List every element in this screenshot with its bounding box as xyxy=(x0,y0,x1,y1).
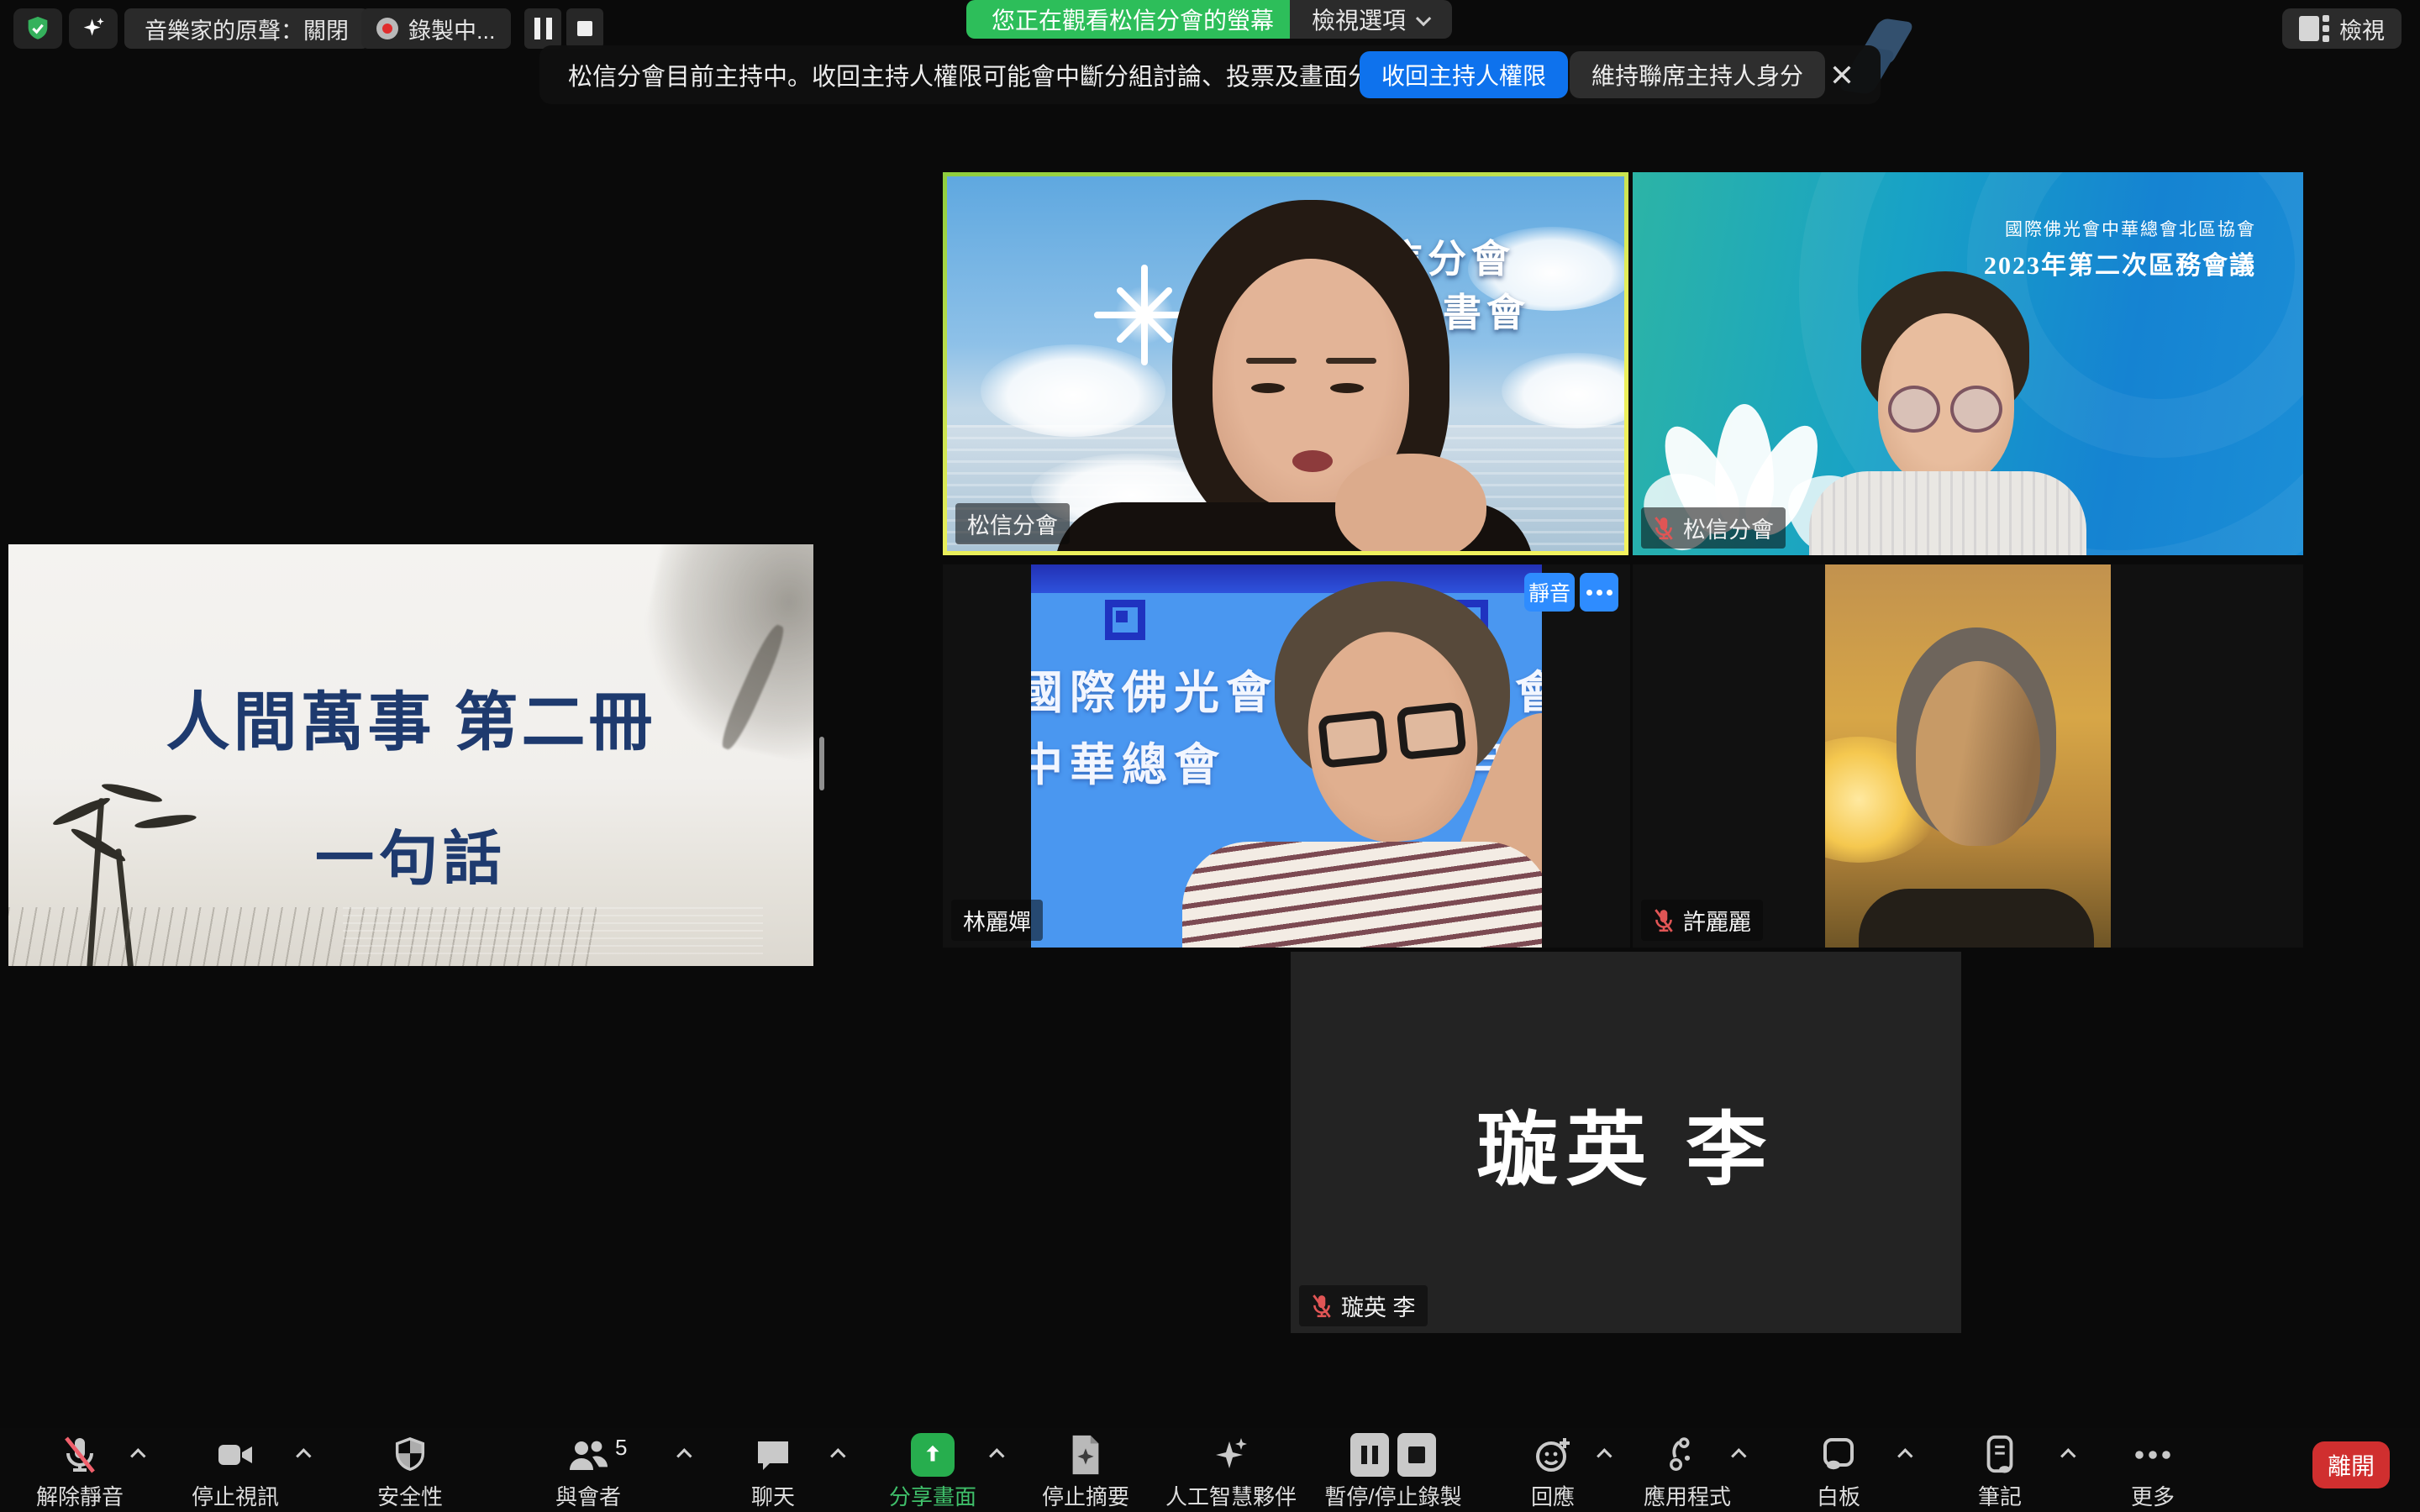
view-options-label: 檢視選項 xyxy=(1312,3,1406,36)
tile3-mute-button[interactable]: 靜音 xyxy=(1524,573,1575,612)
keep-cohost-button[interactable]: 維持聯席主持人身分 xyxy=(1570,51,1825,98)
muted-mic-icon xyxy=(1653,516,1675,541)
recording-label: 錄製中... xyxy=(408,13,496,45)
close-icon[interactable] xyxy=(1828,61,1855,88)
stop-video-button[interactable]: 停止視訊 xyxy=(134,1433,336,1511)
tile1-name-badge: 松信分會 xyxy=(955,503,1070,544)
stop-recording-button[interactable] xyxy=(566,8,603,49)
tile4-name-badge: 許麗麗 xyxy=(1641,900,1763,941)
tile3-bg-text-left: 國際佛光會 中華總會 xyxy=(1031,657,1278,802)
leave-meeting-button[interactable]: 離開 xyxy=(2312,1441,2390,1488)
tile2-name-badge: 松信分會 xyxy=(1641,507,1786,549)
recording-dot-icon xyxy=(376,18,398,39)
viewing-screen-text: 您正在觀看松信分會的螢幕 xyxy=(992,3,1274,36)
tile5-name-badge: 璇英 李 xyxy=(1299,1285,1428,1326)
chat-bubble-icon xyxy=(753,1433,793,1477)
chevron-down-icon xyxy=(1416,10,1431,25)
recording-indicator: 錄製中... xyxy=(361,8,511,49)
security-shield-icon xyxy=(391,1433,429,1477)
summary-doc-icon xyxy=(1067,1433,1104,1477)
muted-mic-icon xyxy=(1653,908,1675,933)
video-tile-participant-5[interactable]: 璇英 李 璇英 李 xyxy=(1291,952,1961,1333)
video-tile-active-speaker[interactable]: 松信分會 讀書會 松信分會 xyxy=(943,172,1628,555)
original-sound-button[interactable]: 音樂家的原聲：關閉 xyxy=(124,8,369,49)
reactions-smiley-icon xyxy=(1533,1433,1573,1477)
more-dots-icon xyxy=(2131,1433,2175,1477)
pause-icon xyxy=(534,18,552,39)
muted-mic-icon xyxy=(60,1433,100,1477)
ai-companion-topbar-button[interactable] xyxy=(69,8,118,49)
shield-check-icon xyxy=(24,14,52,43)
meander-decoration xyxy=(1105,600,1145,640)
muted-mic-icon xyxy=(1311,1294,1333,1319)
host-permission-banner: 松信分會目前主持中。收回主持人權限可能會中斷分組討論、投票及畫面分享 收回主持人… xyxy=(539,45,1881,104)
ai-sparkle-icon xyxy=(1211,1433,1251,1477)
reclaim-host-button[interactable]: 收回主持人權限 xyxy=(1360,51,1568,98)
video-tile-participant-3[interactable]: 國際佛光會 中華總會 分會 月例 靜音 林麗嬋 xyxy=(943,564,1630,948)
tile3-name-badge: 林麗嬋 xyxy=(951,900,1043,941)
slide-resize-handle[interactable] xyxy=(819,737,824,790)
participants-button[interactable]: 與會者 5 xyxy=(487,1433,689,1511)
notes-icon xyxy=(1982,1433,2018,1477)
security-button[interactable]: 安全性 xyxy=(309,1433,511,1511)
viewing-screen-banner: 您正在觀看松信分會的螢幕 xyxy=(966,0,1299,39)
participants-icon xyxy=(566,1433,610,1477)
video-tile-cohost[interactable]: 國際佛光會中華總會北區協會 2023年第二次區務會議 松信分會 xyxy=(1633,172,2303,555)
more-button[interactable]: 更多 xyxy=(2052,1433,2254,1511)
sparkle-icon xyxy=(79,14,108,43)
view-layout-button[interactable]: 檢視 xyxy=(2282,8,2402,49)
slide-title: 人間萬事 第二冊 xyxy=(8,670,813,763)
video-tile-participant-4[interactable]: 許麗麗 xyxy=(1633,564,2303,948)
security-shield-button[interactable] xyxy=(13,8,62,49)
view-label: 檢視 xyxy=(2339,13,2385,45)
view-options-button[interactable]: 檢視選項 xyxy=(1290,0,1452,39)
pause-recording-button[interactable] xyxy=(524,8,561,49)
tile3-more-button[interactable] xyxy=(1580,573,1618,612)
original-sound-label: 音樂家的原聲：關閉 xyxy=(145,13,349,45)
shared-screen-slide: 人間萬事 第二冊 一句話 xyxy=(8,544,813,966)
meeting-toolbar: 解除靜音 停止視訊 安全性 與會者 5 xyxy=(0,1428,2420,1512)
participants-count: 5 xyxy=(615,1435,627,1461)
gallery-view-icon xyxy=(2299,15,2329,42)
host-banner-message: 松信分會目前主持中。收回主持人權限可能會中斷分組討論、投票及畫面分享 xyxy=(568,57,1397,92)
video-camera-icon xyxy=(214,1433,256,1477)
whiteboard-icon xyxy=(1818,1433,1859,1477)
share-screen-icon xyxy=(911,1433,955,1477)
apps-icon xyxy=(1668,1433,1707,1477)
stop-icon xyxy=(577,21,592,36)
pause-stop-recording-icon xyxy=(1350,1433,1436,1477)
tile2-bg-title: 國際佛光會中華總會北區協會 2023年第二次區務會議 xyxy=(1984,216,2256,281)
tile5-display-name: 璇英 李 xyxy=(1291,952,1961,1333)
